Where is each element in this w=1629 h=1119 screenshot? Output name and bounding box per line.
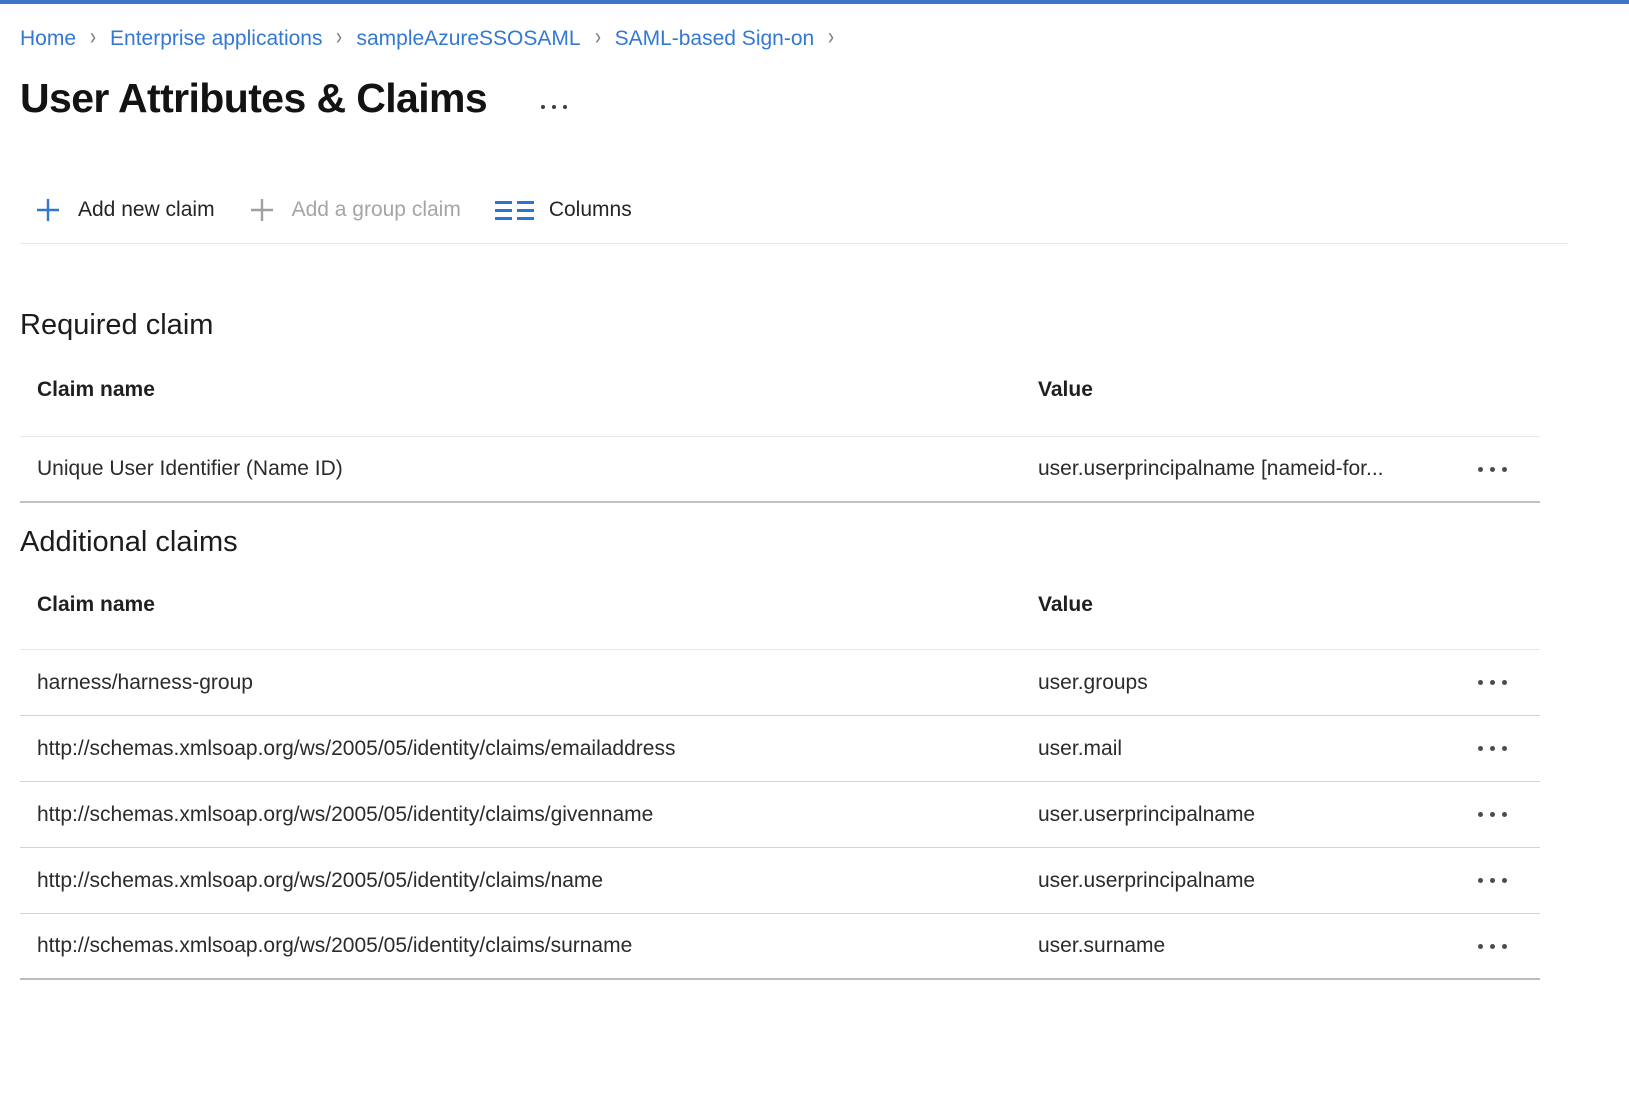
ellipsis-icon (1502, 878, 1507, 883)
toolbar-divider (20, 243, 1568, 244)
ellipsis-icon (1478, 944, 1483, 949)
chevron-right-icon: › (818, 26, 844, 48)
add-group-claim-button[interactable]: Add a group claim (249, 197, 461, 223)
ellipsis-icon (1502, 680, 1507, 685)
chevron-right-icon: › (585, 26, 611, 48)
table-row[interactable]: http://schemas.xmlsoap.org/ws/2005/05/id… (20, 782, 1540, 848)
table-row[interactable]: Unique User Identifier (Name ID) user.us… (20, 437, 1540, 503)
claim-name-cell: harness/harness-group (20, 671, 1038, 695)
column-header-claim-name: Claim name (20, 378, 1038, 402)
ellipsis-icon (1490, 812, 1495, 817)
claim-name-cell: http://schemas.xmlsoap.org/ws/2005/05/id… (20, 737, 1038, 761)
ellipsis-icon (1478, 467, 1483, 472)
table-row[interactable]: harness/harness-group user.groups (20, 650, 1540, 716)
page-content: Home › Enterprise applications › sampleA… (0, 25, 1629, 980)
table-row[interactable]: http://schemas.xmlsoap.org/ws/2005/05/id… (20, 848, 1540, 914)
row-actions-button[interactable] (1474, 738, 1511, 759)
page-title: User Attributes & Claims (20, 73, 487, 123)
additional-claims-heading: Additional claims (20, 523, 1629, 561)
row-actions-button[interactable] (1474, 672, 1511, 693)
table-body: harness/harness-group user.groups http:/… (20, 650, 1540, 980)
claim-name-cell: http://schemas.xmlsoap.org/ws/2005/05/id… (20, 803, 1038, 827)
breadcrumb: Home › Enterprise applications › sampleA… (20, 25, 1629, 53)
required-claim-table: Claim name Value Unique User Identifier … (20, 344, 1540, 503)
claim-value-cell: user.mail (1038, 737, 1444, 761)
ellipsis-icon (1502, 944, 1507, 949)
add-group-claim-label: Add a group claim (292, 198, 461, 222)
ellipsis-icon (1502, 467, 1507, 472)
breadcrumb-item-enterprise-applications[interactable]: Enterprise applications (110, 27, 322, 51)
ellipsis-icon (1490, 680, 1495, 685)
breadcrumb-item-app[interactable]: sampleAzureSSOSAML (356, 27, 580, 51)
ellipsis-icon (1478, 812, 1483, 817)
claim-value-cell: user.userprincipalname (1038, 869, 1444, 893)
plus-icon (35, 197, 61, 223)
more-options-button[interactable] (535, 99, 573, 115)
column-header-value: Value (1038, 593, 1444, 617)
ellipsis-icon (541, 105, 545, 109)
add-new-claim-button[interactable]: Add new claim (35, 197, 215, 223)
columns-label: Columns (549, 198, 632, 222)
ellipsis-icon (1490, 746, 1495, 751)
row-actions-button[interactable] (1474, 459, 1511, 480)
claim-value-cell: user.userprincipalname (1038, 803, 1444, 827)
row-actions-button[interactable] (1474, 870, 1511, 891)
chevron-right-icon: › (80, 26, 106, 48)
table-row[interactable]: http://schemas.xmlsoap.org/ws/2005/05/id… (20, 716, 1540, 782)
ellipsis-icon (1478, 680, 1483, 685)
ellipsis-icon (563, 105, 567, 109)
column-header-value: Value (1038, 378, 1444, 402)
required-claim-heading: Required claim (20, 306, 1629, 344)
row-actions-button[interactable] (1474, 804, 1511, 825)
column-header-claim-name: Claim name (20, 593, 1038, 617)
claim-value-cell: user.surname (1038, 934, 1444, 958)
breadcrumb-item-home[interactable]: Home (20, 27, 76, 51)
ellipsis-icon (1490, 467, 1495, 472)
title-row: User Attributes & Claims (20, 73, 1629, 123)
table-body: Unique User Identifier (Name ID) user.us… (20, 437, 1540, 503)
breadcrumb-item-saml-sign-on[interactable]: SAML-based Sign-on (615, 27, 815, 51)
add-new-claim-label: Add new claim (78, 198, 215, 222)
additional-claims-table: Claim name Value harness/harness-group u… (20, 561, 1540, 980)
claim-name-cell: http://schemas.xmlsoap.org/ws/2005/05/id… (20, 934, 1038, 958)
plus-icon (249, 197, 275, 223)
columns-button[interactable]: Columns (495, 198, 632, 222)
columns-icon (495, 201, 534, 220)
table-row[interactable]: http://schemas.xmlsoap.org/ws/2005/05/id… (20, 914, 1540, 980)
claim-value-cell: user.userprincipalname [nameid-for... (1038, 457, 1444, 481)
ellipsis-icon (1478, 878, 1483, 883)
ellipsis-icon (1502, 746, 1507, 751)
claim-name-cell: Unique User Identifier (Name ID) (20, 457, 1038, 481)
ellipsis-icon (1502, 812, 1507, 817)
command-bar: Add new claim Add a group claim Columns (20, 187, 1629, 233)
claim-value-cell: user.groups (1038, 671, 1444, 695)
row-actions-button[interactable] (1474, 936, 1511, 957)
ellipsis-icon (552, 105, 556, 109)
claim-name-cell: http://schemas.xmlsoap.org/ws/2005/05/id… (20, 869, 1038, 893)
ellipsis-icon (1490, 944, 1495, 949)
chevron-right-icon: › (327, 26, 353, 48)
ellipsis-icon (1490, 878, 1495, 883)
table-header-row: Claim name Value (20, 344, 1540, 437)
table-header-row: Claim name Value (20, 561, 1540, 650)
ellipsis-icon (1478, 746, 1483, 751)
top-accent-bar (0, 0, 1629, 4)
